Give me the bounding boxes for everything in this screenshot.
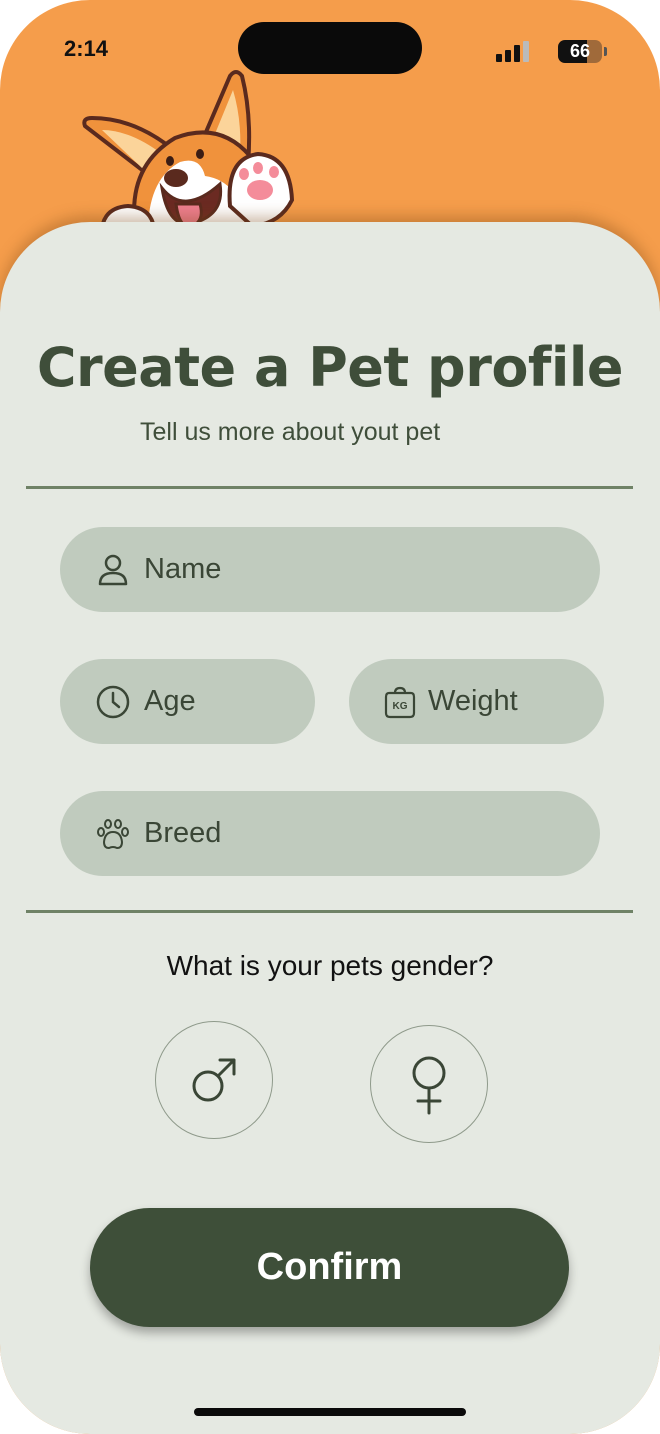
- home-indicator[interactable]: [194, 1408, 466, 1416]
- male-icon: [192, 1058, 236, 1102]
- gender-male-button[interactable]: [155, 1021, 273, 1139]
- female-icon: [412, 1056, 446, 1115]
- breed-placeholder: Breed: [144, 817, 222, 849]
- page-subtitle: Tell us more about yout pet: [140, 418, 441, 446]
- bottom-divider: [26, 910, 633, 913]
- weight-icon-text: KG: [393, 701, 408, 712]
- confirm-button[interactable]: Confirm: [90, 1208, 569, 1327]
- name-placeholder: Name: [144, 553, 222, 585]
- age-field[interactable]: Age: [60, 659, 315, 744]
- age-placeholder: Age: [144, 685, 196, 717]
- clock-icon: [96, 685, 130, 718]
- battery-icon: 66: [558, 40, 602, 63]
- gender-female-button[interactable]: [370, 1025, 488, 1143]
- paw-icon: [97, 818, 129, 849]
- weight-placeholder: Weight: [428, 685, 518, 717]
- top-divider: [26, 486, 633, 489]
- gender-question: What is your pets gender?: [166, 950, 494, 981]
- phone-screen: 2:14 66 Create a Pet profile Tell us mor…: [0, 0, 660, 1434]
- weight-kg-icon: KG: [384, 686, 416, 718]
- battery-tip: [604, 47, 607, 56]
- battery-level: 66: [569, 41, 591, 61]
- weight-field[interactable]: KG Weight: [349, 659, 604, 744]
- page-title: Create a Pet profile: [36, 336, 624, 399]
- breed-field[interactable]: Breed: [60, 791, 600, 876]
- person-icon: [98, 554, 128, 585]
- status-time: 2:14: [64, 36, 109, 61]
- name-field[interactable]: Name: [60, 527, 600, 612]
- signal-icon: [496, 40, 532, 62]
